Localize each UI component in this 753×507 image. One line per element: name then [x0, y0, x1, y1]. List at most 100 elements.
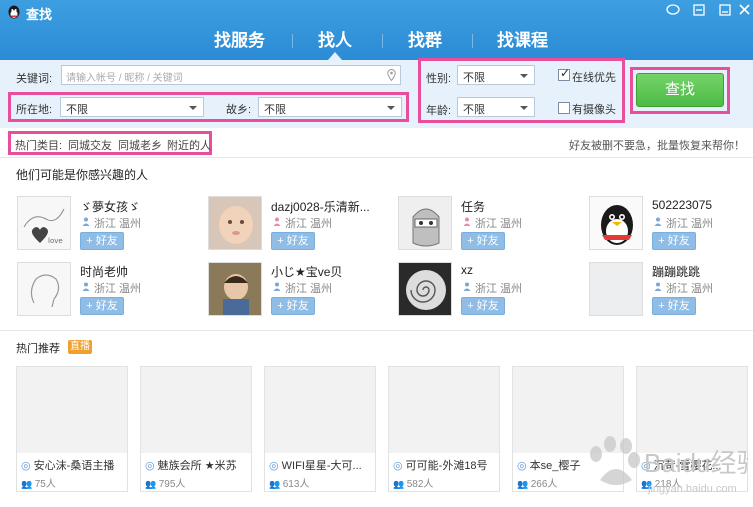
chevron-down-icon: [387, 106, 395, 110]
coffee-swirl-avatar-icon: [399, 263, 451, 315]
hot-category-same-city-dating[interactable]: 同城交友: [68, 137, 112, 153]
title-bar: 查找 找服务 找人 找群 找课程: [0, 0, 753, 60]
default-head-avatar-icon: [18, 263, 70, 315]
group-card[interactable]: ◎ 沉苛-雪樱花... 👥 218人: [636, 366, 748, 492]
live-badge: 直播: [68, 340, 92, 354]
add-friend-button[interactable]: + 好友: [80, 232, 124, 250]
person-location: 浙江 温州: [666, 283, 714, 295]
group-cover: [389, 367, 499, 453]
divider: [0, 330, 753, 331]
avatar[interactable]: [17, 262, 71, 316]
group-member-count: 👥 582人: [393, 479, 434, 490]
group-card[interactable]: ◎ WIFI星星-大可... 👥 613人: [264, 366, 376, 492]
male-icon: [463, 282, 471, 291]
group-cover: [637, 367, 747, 453]
avatar[interactable]: [589, 262, 643, 316]
gender-label: 性别:: [426, 73, 452, 85]
group-member-count: 👥 266人: [517, 479, 558, 490]
cartoon-character-avatar-icon: [399, 197, 451, 249]
location-label: 所在地:: [16, 104, 53, 116]
divider: [0, 157, 753, 158]
female-icon: [463, 217, 471, 226]
group-card[interactable]: ◎ 魅族会所 ★米苏 👥 795人: [140, 366, 252, 492]
avatar[interactable]: [398, 262, 452, 316]
group-card[interactable]: ◎ 可可能-外滩18号 👥 582人: [388, 366, 500, 492]
hometown-select[interactable]: 不限: [258, 97, 402, 117]
male-icon: [654, 282, 662, 291]
location-value: 不限: [66, 104, 88, 116]
group-title: ◎ 魅族会所 ★米苏: [145, 460, 237, 472]
person-name[interactable]: 蹦蹦跳跳: [652, 263, 700, 280]
group-icon: ◎: [269, 460, 282, 472]
person-name[interactable]: 502223075: [652, 198, 712, 212]
online-first-label: 在线优先: [572, 72, 616, 84]
close-icon[interactable]: [735, 2, 753, 18]
age-value: 不限: [463, 104, 485, 116]
tab-courses[interactable]: 找课程: [497, 26, 548, 51]
restore-friends-link[interactable]: 好友被删不要急，批量恢复来帮你！: [569, 137, 745, 153]
person-name[interactable]: 时尚老帅: [80, 263, 128, 280]
tab-services[interactable]: 找服务: [214, 26, 265, 51]
group-title: ◎ 本se_樱子: [517, 460, 581, 472]
person-name[interactable]: dazj0028-乐清新...: [271, 198, 370, 215]
has-camera-label: 有摄像头: [572, 104, 616, 116]
avatar[interactable]: [589, 196, 643, 250]
love-doodle-avatar-icon: love: [18, 197, 70, 249]
group-cover: [265, 367, 375, 453]
minimize-icon[interactable]: [690, 2, 708, 18]
gender-select[interactable]: 不限: [457, 65, 535, 85]
keyword-label: 关键词:: [16, 73, 53, 85]
tab-divider: [382, 34, 383, 48]
group-icon: ◎: [641, 460, 654, 472]
add-friend-button[interactable]: + 好友: [271, 297, 315, 315]
group-card[interactable]: ◎ 本se_樱子 👥 266人: [512, 366, 624, 492]
person-name[interactable]: 任务: [461, 198, 485, 215]
person-name[interactable]: xz: [461, 263, 473, 277]
tab-groups[interactable]: 找群: [408, 26, 442, 51]
group-cover: [141, 367, 251, 453]
svg-text:love: love: [48, 237, 63, 245]
keyword-input[interactable]: 请输入帐号 / 昵称 / 关键词: [61, 65, 401, 85]
add-friend-button[interactable]: + 好友: [80, 297, 124, 315]
location-select[interactable]: 不限: [60, 97, 204, 117]
hot-category-same-city-hometown[interactable]: 同城老乡: [118, 137, 162, 153]
person-name[interactable]: 小じ★宝ve贝: [271, 263, 342, 280]
group-cover: [17, 367, 127, 453]
groups-section-title: 热门推荐: [16, 343, 60, 355]
male-icon: [273, 282, 281, 291]
add-friend-button[interactable]: + 好友: [271, 232, 315, 250]
group-member-count: 👥 795人: [145, 479, 186, 490]
avatar[interactable]: [208, 196, 262, 250]
find-button[interactable]: 查找: [636, 73, 724, 107]
hot-category-nearby-people[interactable]: 附近的人: [167, 137, 211, 153]
people-section-title: 他们可能是你感兴趣的人: [16, 168, 149, 182]
person-location: 浙江 温州: [94, 218, 142, 230]
group-member-count: 👥 218人: [641, 479, 682, 490]
group-title: ◎ 可可能-外滩18号: [393, 460, 488, 472]
members-icon: 👥: [641, 479, 655, 489]
add-friend-button[interactable]: + 好友: [461, 232, 505, 250]
male-icon: [82, 217, 90, 226]
online-first-checkbox[interactable]: ✓: [558, 66, 570, 81]
age-select[interactable]: 不限: [457, 97, 535, 117]
avatar[interactable]: love: [17, 196, 71, 250]
person-name[interactable]: ゞ夢女孩ゞ: [80, 198, 140, 215]
avatar[interactable]: [398, 196, 452, 250]
group-title: ◎ 沉苛-雪樱花...: [641, 460, 722, 472]
has-camera-checkbox[interactable]: [558, 102, 570, 114]
members-icon: 👥: [269, 479, 283, 489]
person-location: 浙江 温州: [475, 283, 523, 295]
location-pin-icon[interactable]: [387, 69, 396, 81]
group-card[interactable]: ◎ 安心沫-桑语主播 👥 75人: [16, 366, 128, 492]
add-friend-button[interactable]: + 好友: [652, 297, 696, 315]
members-icon: 👥: [21, 479, 35, 489]
chat-bubble-icon[interactable]: [664, 2, 682, 18]
add-friend-button[interactable]: + 好友: [652, 232, 696, 250]
add-friend-button[interactable]: + 好友: [461, 297, 505, 315]
avatar[interactable]: [208, 262, 262, 316]
person-location: 浙江 温州: [285, 283, 333, 295]
group-title: ◎ WIFI星星-大可...: [269, 460, 362, 472]
group-cover: [513, 367, 623, 453]
pin-window-icon[interactable]: [716, 2, 734, 18]
tab-people[interactable]: 找人: [318, 26, 352, 51]
